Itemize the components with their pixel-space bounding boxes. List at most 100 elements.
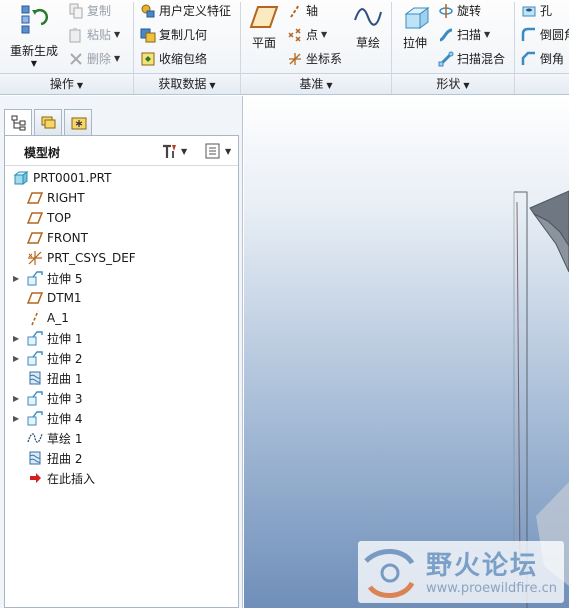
- group-engineering: 孔 倒圆角 倒角: [515, 0, 569, 73]
- tree-item-label: 草绘 1: [47, 431, 83, 446]
- tree-item[interactable]: ▶ 拉伸 3: [5, 388, 238, 408]
- tree-item[interactable]: FRONT: [5, 228, 238, 248]
- extrude-icon: [27, 270, 43, 286]
- group-label-shapes[interactable]: 形状 ▼: [392, 73, 514, 94]
- round-button[interactable]: 倒圆角: [521, 26, 569, 43]
- sweep-icon: [438, 27, 454, 43]
- delete-label: 删除: [87, 52, 112, 66]
- tree-show-button[interactable]: ▼: [204, 142, 231, 160]
- tree-item[interactable]: 草绘 1: [5, 428, 238, 448]
- model-tree-header: 模型树 ▼ ▼: [5, 136, 238, 166]
- extrude-icon: [27, 410, 43, 426]
- sweep-label: 扫描: [457, 28, 482, 42]
- chamfer-icon: [521, 51, 537, 67]
- group-shapes: 拉伸 旋转 扫描 ▼ 扫描混合: [392, 0, 514, 73]
- swept-blend-label: 扫描混合: [457, 52, 506, 66]
- datum-plane-icon: [26, 190, 44, 206]
- tree-item[interactable]: ▶ 拉伸 5: [5, 268, 238, 288]
- csys-button[interactable]: 坐标系: [287, 50, 342, 67]
- tree-item-label: 在此插入: [47, 471, 96, 486]
- graphics-window[interactable]: [244, 96, 569, 608]
- point-button[interactable]: 点 ▼: [287, 26, 327, 43]
- round-icon: [521, 27, 537, 43]
- sketch-button[interactable]: 草绘: [351, 4, 385, 51]
- group-label-operations[interactable]: 操作 ▼: [0, 73, 133, 94]
- tree-item[interactable]: ▶ 拉伸 4: [5, 408, 238, 428]
- udf-button[interactable]: 用户定义特征: [140, 2, 231, 19]
- axis-button[interactable]: 轴: [287, 2, 318, 19]
- tree-item-label: 拉伸 5: [47, 271, 83, 286]
- tab-favorites[interactable]: [64, 109, 92, 135]
- delete-icon: [68, 51, 84, 67]
- tab-model-tree[interactable]: [4, 109, 32, 136]
- group-datum: 平面 轴 点 ▼ 坐标系 草绘: [241, 0, 391, 73]
- paste-dropdown-icon[interactable]: ▼: [114, 30, 120, 39]
- tree-item-label: PRT0001.PRT: [33, 171, 112, 185]
- hole-button[interactable]: 孔: [521, 2, 552, 19]
- tree-item-label: 拉伸 3: [47, 391, 83, 406]
- expand-arrow-icon[interactable]: ▶: [13, 334, 25, 343]
- tree-item[interactable]: PRT_CSYS_DEF: [5, 248, 238, 268]
- tree-item-label: A_1: [47, 311, 69, 325]
- watermark-url: www.proewildfire.cn: [426, 581, 557, 596]
- tree-item-label: 拉伸 2: [47, 351, 83, 366]
- shrinkwrap-button[interactable]: 收缩包络: [140, 50, 207, 67]
- chamfer-button[interactable]: 倒角: [521, 50, 564, 67]
- extrude-button[interactable]: 拉伸: [398, 4, 432, 51]
- paste-icon: [68, 27, 84, 43]
- delete-button[interactable]: 删除 ▼: [68, 50, 120, 67]
- expand-arrow-icon[interactable]: ▶: [13, 394, 25, 403]
- group-get-data: 用户定义特征 复制几何 收缩包络: [134, 0, 240, 73]
- regenerate-dropdown-icon[interactable]: ▼: [6, 59, 62, 68]
- paste-button[interactable]: 粘贴 ▼: [68, 26, 120, 43]
- tree-item[interactable]: DTM1: [5, 288, 238, 308]
- plane-button[interactable]: 平面: [247, 4, 281, 51]
- expand-arrow-icon[interactable]: ▶: [13, 274, 25, 283]
- tree-item[interactable]: 扭曲 1: [5, 368, 238, 388]
- revolve-button[interactable]: 旋转: [438, 2, 481, 19]
- datum-point-icon: [287, 27, 303, 43]
- datum-axis-icon: [27, 310, 43, 326]
- expand-arrow-icon[interactable]: ▶: [13, 414, 25, 423]
- csys-label: 坐标系: [306, 52, 343, 66]
- tree-item[interactable]: ▶ 拉伸 1: [5, 328, 238, 348]
- copy-geometry-button[interactable]: 复制几何: [140, 26, 207, 43]
- tree-root-item[interactable]: PRT0001.PRT: [5, 168, 238, 188]
- datum-plane-icon: [26, 210, 44, 226]
- copy-button[interactable]: 复制: [68, 2, 111, 19]
- point-dropdown-icon[interactable]: ▼: [321, 30, 327, 39]
- group-label-get-data[interactable]: 获取数据 ▼: [134, 73, 240, 94]
- tree-item[interactable]: 在此插入: [5, 468, 238, 488]
- sketch-icon: [27, 430, 43, 446]
- tree-item-label: 拉伸 4: [47, 411, 83, 426]
- sweep-button[interactable]: 扫描 ▼: [438, 26, 490, 43]
- tree-item[interactable]: A_1: [5, 308, 238, 328]
- tree-item[interactable]: RIGHT: [5, 188, 238, 208]
- swept-blend-icon: [438, 51, 454, 67]
- tree-item[interactable]: TOP: [5, 208, 238, 228]
- point-label: 点: [306, 28, 319, 42]
- model-tree-title: 模型树: [24, 146, 61, 160]
- regenerate-label: 重新生成: [9, 44, 58, 58]
- expand-arrow-icon[interactable]: ▶: [13, 354, 25, 363]
- watermark-title: 野火论坛: [426, 551, 539, 581]
- delete-dropdown-icon[interactable]: ▼: [114, 54, 120, 63]
- sweep-dropdown-icon[interactable]: ▼: [484, 30, 490, 39]
- regenerate-icon: [21, 5, 48, 34]
- warp-icon: [27, 450, 43, 466]
- tree-item-label: PRT_CSYS_DEF: [47, 251, 136, 265]
- regenerate-button[interactable]: 重新生成 ▼: [6, 2, 62, 68]
- tree-item[interactable]: ▶ 拉伸 2: [5, 348, 238, 368]
- warp-icon: [27, 370, 43, 386]
- tree-item[interactable]: 扭曲 2: [5, 448, 238, 468]
- tools-icon: [163, 144, 176, 158]
- tab-folder-browser[interactable]: [34, 109, 62, 135]
- group-label-datum[interactable]: 基准 ▼: [241, 73, 391, 94]
- swept-blend-button[interactable]: 扫描混合: [438, 50, 505, 67]
- group-label-engineering[interactable]: [515, 73, 569, 94]
- sketch-icon: [354, 8, 382, 26]
- tree-item-label: TOP: [47, 211, 72, 225]
- tree-item-label: DTM1: [47, 291, 82, 305]
- extrude-label: 拉伸: [402, 36, 427, 50]
- tree-settings-button[interactable]: ▼: [160, 142, 187, 160]
